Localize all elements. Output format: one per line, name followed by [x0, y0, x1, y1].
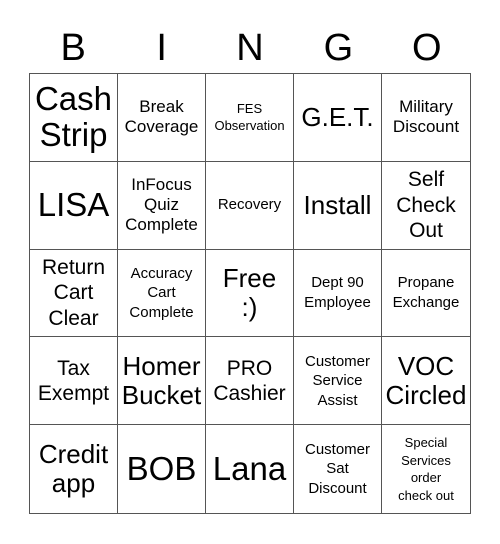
bingo-cell-r3-c4[interactable]: Dept 90 Employee: [294, 249, 382, 338]
bingo-cell-r5-c1[interactable]: Credit app: [30, 425, 118, 513]
bingo-cell-r5-c5[interactable]: Special Services order check out: [382, 425, 470, 513]
header-letter-o: O: [412, 27, 442, 69]
bingo-cell-r2-c3[interactable]: Recovery: [206, 161, 294, 250]
bingo-cell-r4-c1[interactable]: Tax Exempt: [30, 337, 118, 426]
bingo-cell-r1-c1[interactable]: Cash Strip: [30, 74, 118, 162]
bingo-cell-r1-c2[interactable]: Break Coverage: [118, 74, 206, 162]
bingo-cell-r2-c5[interactable]: Self Check Out: [382, 162, 470, 250]
bingo-cell-r5-c4[interactable]: Customer Sat Discount: [294, 425, 382, 513]
bingo-cell-r4-c2[interactable]: Homer Bucket: [118, 337, 206, 426]
header-letter-b: B: [60, 27, 86, 69]
bingo-cell-r3-c5[interactable]: Propane Exchange: [382, 250, 470, 338]
bingo-cell-r2-c2[interactable]: InFocus Quiz Complete: [118, 161, 206, 250]
bingo-cell-r1-c3[interactable]: FES Observation: [206, 74, 294, 162]
header-letter-g: G: [323, 27, 354, 69]
bingo-cell-r5-c2[interactable]: BOB: [118, 425, 206, 513]
bingo-cell-r3-c1[interactable]: Return Cart Clear: [30, 249, 118, 338]
bingo-free-space[interactable]: Free :): [206, 249, 294, 338]
bingo-cell-r2-c4[interactable]: Install: [294, 161, 382, 250]
header-letter-i: I: [156, 27, 167, 69]
bingo-cell-r5-c3[interactable]: Lana: [206, 425, 294, 513]
bingo-cell-r4-c5[interactable]: VOC Circled: [382, 337, 470, 426]
bingo-board: Cash Strip Break Coverage FES Observatio…: [29, 73, 471, 514]
bingo-cell-r1-c5[interactable]: Military Discount: [382, 74, 470, 162]
bingo-cell-r2-c1[interactable]: LISA: [30, 161, 118, 250]
bingo-cell-r3-c2[interactable]: Accuracy Cart Complete: [118, 249, 206, 338]
bingo-cell-r1-c4[interactable]: G.E.T.: [294, 74, 382, 162]
header-letter-n: N: [236, 27, 264, 69]
bingo-cell-r4-c3[interactable]: PRO Cashier: [206, 337, 294, 426]
bingo-header: B I N G O: [29, 20, 471, 76]
bingo-cell-r4-c4[interactable]: Customer Service Assist: [294, 337, 382, 426]
